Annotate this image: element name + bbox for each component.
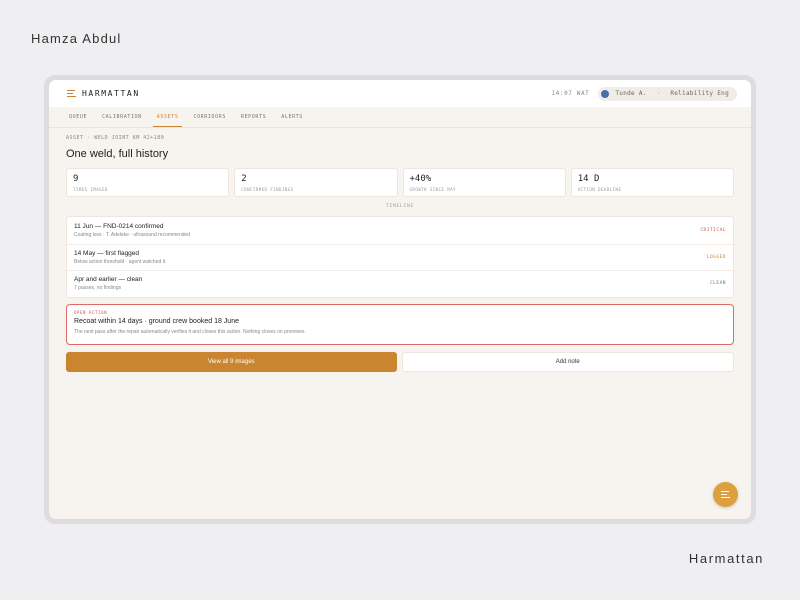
user-name: Tunde A. [615, 90, 647, 97]
tab-reports[interactable]: REPORTS [237, 107, 270, 127]
timeline-row[interactable]: 14 May — first flagged Below action thre… [67, 243, 733, 271]
stat-card-times-imaged: 9 TIMES IMAGED [66, 168, 230, 197]
timeline-row-subtitle: Coating loss · T. Adeleke · ultrasound r… [74, 231, 191, 238]
header-right: 14:07 WAT Tunde A. · Reliability Eng [551, 86, 737, 101]
main-content: ASSET · WELD JOINT KM 42+180 One weld, f… [49, 135, 751, 372]
stat-value: +40% [409, 174, 432, 184]
breadcrumb[interactable]: ASSET · WELD JOINT KM 42+180 [66, 135, 734, 141]
nav-tabs: QUEUE CALIBRATION ASSETS CORRIDORS REPOR… [49, 107, 751, 128]
view-all-images-button[interactable]: View all 9 images [66, 351, 397, 372]
page-title: One weld, full history [66, 148, 169, 160]
stat-card-growth: +40% GROWTH SINCE MAY [402, 168, 566, 197]
stat-label: CONFIRMED FINDINGS [241, 187, 294, 192]
timeline-list: 11 Jun — FND-0214 confirmed Coating loss… [66, 216, 734, 298]
open-action-tag: OPEN ACTION [74, 309, 108, 315]
status-badge-clean: CLEAN [709, 281, 726, 287]
timeline-row-subtitle: 7 passes, no findings [74, 285, 121, 292]
author-name: Hamza Abdul [31, 31, 122, 46]
clock-time: 14:07 WAT [551, 90, 590, 97]
brand-footer: Harmattan [688, 551, 764, 566]
stat-card-confirmed-findings: 2 CONFIRMED FINDINGS [234, 168, 398, 197]
add-note-button[interactable]: Add note [401, 351, 734, 372]
app-name: HARMATTAN [82, 89, 140, 98]
device-frame: HARMATTAN 14:07 WAT Tunde A. · Reliabili… [44, 75, 756, 524]
action-buttons: View all 9 images Add note [66, 351, 734, 372]
open-action-card[interactable]: OPEN ACTION Recoat within 14 days · grou… [66, 303, 734, 345]
timeline-row-title: 11 Jun — FND-0214 confirmed [74, 222, 164, 230]
tab-assets[interactable]: ASSETS [152, 107, 183, 127]
app-header: HARMATTAN 14:07 WAT Tunde A. · Reliabili… [49, 80, 751, 107]
open-action-subtitle: The next pass after the repair automatic… [74, 328, 306, 335]
floating-menu-button[interactable] [713, 482, 738, 507]
logo-icon [67, 89, 76, 98]
status-badge-critical: CRITICAL [700, 227, 726, 233]
app-screen: HARMATTAN 14:07 WAT Tunde A. · Reliabili… [49, 80, 751, 519]
stat-card-action-deadline: 14 D ACTION DEADLINE [570, 168, 734, 197]
tab-queue[interactable]: QUEUE [65, 107, 91, 127]
stat-value: 2 [241, 174, 247, 184]
stat-label: GROWTH SINCE MAY [409, 187, 457, 192]
user-role: Reliability Eng [670, 90, 729, 97]
stats-row: 9 TIMES IMAGED 2 CONFIRMED FINDINGS +40%… [66, 168, 734, 197]
stat-label: TIMES IMAGED [73, 187, 108, 192]
stat-label: ACTION DEADLINE [577, 187, 622, 192]
tab-corridors[interactable]: CORRIDORS [189, 107, 230, 127]
tab-alerts[interactable]: ALERTS [277, 107, 307, 127]
status-dot-icon [601, 89, 610, 98]
timeline-row[interactable]: Apr and earlier — clean 7 passes, no fin… [67, 270, 733, 297]
user-menu[interactable]: Tunde A. · Reliability Eng [598, 86, 737, 101]
timeline-row-title: Apr and earlier — clean [74, 276, 143, 284]
user-separator: · [656, 90, 661, 97]
menu-lines-icon [721, 490, 730, 499]
stat-value: 9 [73, 174, 79, 184]
tab-calibration[interactable]: CALIBRATION [98, 107, 146, 127]
timeline-row-title: 14 May — first flagged [74, 249, 140, 257]
stat-value: 14 D [577, 174, 600, 184]
timeline-row-subtitle: Below action threshold · agent watched i… [74, 258, 166, 265]
status-badge-logged: LOGGED [706, 254, 726, 260]
timeline-row[interactable]: 11 Jun — FND-0214 confirmed Coating loss… [67, 217, 733, 244]
open-action-title: Recoat within 14 days · ground crew book… [74, 317, 239, 325]
timeline-label: TIMELINE [385, 204, 415, 209]
